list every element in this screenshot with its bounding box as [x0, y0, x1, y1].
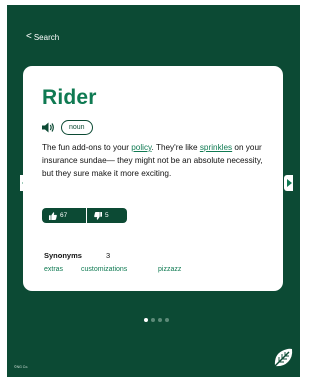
page-dot[interactable]: [151, 318, 155, 322]
part-of-speech-badge: noun: [61, 120, 93, 135]
back-label: Search: [33, 32, 60, 42]
copyright-text: ©NG Co.: [14, 365, 29, 369]
synonyms-title: Synonyms: [44, 251, 82, 260]
thumbs-down-icon: [94, 211, 102, 220]
page-dot[interactable]: [165, 318, 169, 322]
entry-word: Rider: [42, 86, 97, 109]
definition-text: The fun add-ons to your policy. They're …: [42, 141, 270, 180]
vote-group: 67 5: [42, 208, 127, 223]
synonym-link-customizations[interactable]: customizations: [81, 266, 127, 273]
triangle-right-icon: [286, 179, 292, 187]
synonym-link-pizzazz[interactable]: pizzazz: [158, 266, 181, 273]
upvote-button[interactable]: 67: [42, 208, 86, 223]
synonym-link-extras[interactable]: extras: [44, 266, 63, 273]
speaker-icon[interactable]: [42, 122, 55, 133]
thumbs-up-icon: [49, 211, 57, 220]
next-card-button[interactable]: [284, 175, 293, 191]
downvote-count: 5: [105, 212, 109, 219]
sprinkles-link[interactable]: sprinkles: [200, 143, 232, 152]
page-dot[interactable]: [158, 318, 162, 322]
page-dot[interactable]: [144, 318, 148, 322]
pagination-dots: [144, 318, 172, 322]
synonyms-count: 3: [106, 251, 111, 260]
definition-part: . They're like: [151, 143, 200, 152]
back-to-search-link[interactable]: < Search: [26, 32, 59, 42]
policy-link[interactable]: policy: [131, 143, 151, 152]
downvote-button[interactable]: 5: [87, 208, 127, 223]
chevron-left-icon: <: [26, 31, 32, 42]
leaf-logo-icon: [274, 348, 293, 367]
upvote-count: 67: [60, 212, 68, 219]
definition-part: The fun add-ons to your: [42, 143, 132, 152]
